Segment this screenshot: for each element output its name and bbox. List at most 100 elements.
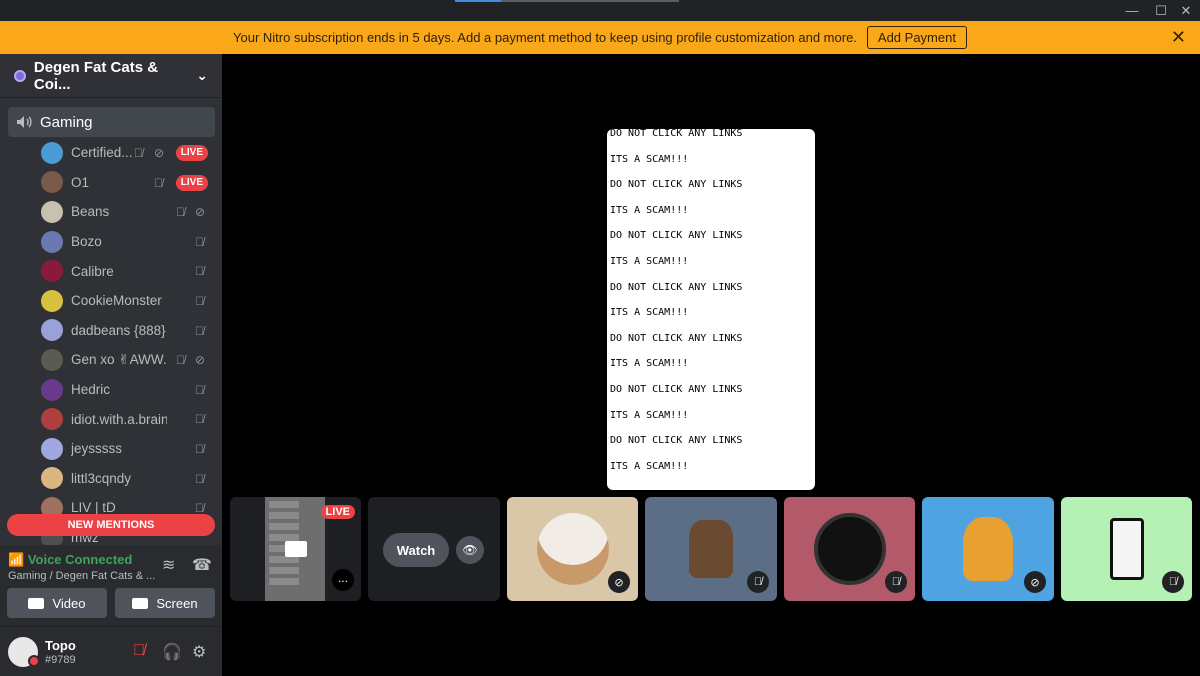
voice-user-list: Certified... 🎙̸ ⊘ LIVE O1 🎙̸ LIVE Beans … [0,138,222,552]
participant-tile[interactable]: 🎙̸ [1061,497,1192,601]
avatar [41,289,63,312]
voice-user[interactable]: Hedric 🎙̸ [0,375,222,405]
new-mentions-button[interactable]: NEW MENTIONS [7,514,215,536]
user-name: Beans [71,204,110,220]
screen-icon [132,597,149,609]
video-button[interactable]: Video [7,588,107,618]
user-name: Calibre [71,263,114,279]
muted-icon: 🎙̸ [176,205,185,220]
muted-icon: 🎙̸ [195,323,204,338]
avatar [41,200,63,223]
more-options-button[interactable]: ... [332,569,354,591]
user-panel: Topo #9789 🎙̸ 🎧 ⚙ [0,627,222,676]
muted-icon: 🎙̸ [154,175,163,190]
avatar [536,513,609,585]
screen-share-button[interactable]: Screen [115,588,215,618]
muted-icon: 🎙̸ [747,571,769,593]
muted-icon: 🎙̸ [195,264,204,279]
voice-user[interactable]: Gen xo ✌AWW... 🎙̸ ⊘ [0,345,222,375]
avatar [41,348,63,371]
server-icon [14,69,26,82]
avatar [689,520,733,578]
stream-text-line: ITS A SCAM!!! [610,153,689,165]
guild-header[interactable]: Degen Fat Cats & Coi... ⌄ [0,54,222,98]
user-name: littl3cqndy [71,470,132,486]
user-name: Certified... [71,145,133,161]
maximize-icon[interactable]: ☐ [1147,0,1175,21]
avatar [41,319,63,342]
video-label: Video [52,595,86,611]
username[interactable]: Topo [45,638,76,653]
channel-sidebar: Degen Fat Cats & Coi... ⌄ Gaming Certifi… [0,54,222,676]
stream-text-line: ITS A SCAM!!! [610,255,689,267]
avatar [1109,518,1144,580]
voice-user[interactable]: littl3cqndy 🎙̸ [0,464,222,494]
speaker-icon [17,116,32,128]
muted-icon: 🎙̸ [195,234,204,249]
voice-user[interactable]: dadbeans {888} 🎙̸ [0,316,222,346]
avatar [813,513,886,585]
avatar [41,141,63,164]
banner-message: Your Nitro subscription ends in 5 days. … [233,30,857,45]
voice-connected-status[interactable]: 📶 Voice Connected [8,552,132,568]
minimize-icon[interactable]: — [1118,0,1146,21]
disconnect-icon[interactable]: ☎ [192,555,212,575]
screen-label: Screen [156,595,198,611]
voice-user[interactable]: Certified... 🎙̸ ⊘ LIVE [0,138,222,168]
live-stream-tile[interactable]: LIVE ... [230,497,361,601]
stream-text-line: DO NOT CLICK ANY LINKS [610,383,743,395]
mute-mic-icon[interactable]: 🎙̸ [133,642,145,660]
stream-text-line: ITS A SCAM!!! [610,409,689,421]
muted-icon: 🎙̸ [1162,571,1184,593]
stream-preview-tile[interactable]: Watch 👁 [368,497,500,601]
camera-icon [285,541,307,557]
voice-user[interactable]: Calibre 🎙̸ [0,256,222,286]
participant-tile[interactable]: ⊘ [922,497,1054,601]
user-name: dadbeans {888} [71,322,166,338]
nitro-banner: Your Nitro subscription ends in 5 days. … [0,21,1200,54]
signal-icon: 📶 [8,552,25,567]
voice-channel-gaming[interactable]: Gaming [8,107,215,137]
participant-tile[interactable]: ⊘ [507,497,638,601]
gear-icon[interactable]: ⚙ [192,642,206,662]
voice-user[interactable]: O1 🎙̸ LIVE [0,168,222,198]
user-name: O1 [71,174,90,190]
deafened-icon: ⊘ [608,571,630,593]
voice-user[interactable]: idiot.with.a.brain 🎙̸ [0,404,222,434]
user-name: Bozo [71,234,102,250]
voice-user[interactable]: Bozo 🎙̸ [0,227,222,257]
avatar [41,437,63,460]
watch-button[interactable]: Watch [383,533,449,567]
muted-icon: 🎙̸ [885,571,907,593]
headphones-icon[interactable]: 🎧 [162,642,182,662]
muted-icon: 🎙̸ [195,382,204,397]
window-title-bar: — ☐ ✕ [0,0,1200,21]
banner-close-icon[interactable]: ✕ [1171,27,1186,47]
focused-stream[interactable]: DO NOT CLICK ANY LINKS ITS A SCAM!!! DO … [607,129,815,490]
eye-add-icon[interactable]: 👁 [456,536,484,564]
voice-user[interactable]: jeysssss 🎙̸ [0,434,222,464]
close-window-icon[interactable]: ✕ [1172,0,1200,21]
chevron-down-icon[interactable]: ⌄ [196,67,208,84]
voice-user[interactable]: Beans 🎙̸ ⊘ [0,197,222,227]
participant-tile[interactable]: 🎙̸ [645,497,777,601]
stream-text-line: DO NOT CLICK ANY LINKS [610,435,743,447]
voice-connection-panel: 📶 Voice Connected Gaming / Degen Fat Cat… [0,545,222,627]
noise-suppression-icon[interactable]: ≋ [162,555,175,575]
user-name: CookieMonster [71,293,162,309]
user-name: Gen xo ✌AWW... [71,351,167,367]
participant-tile[interactable]: 🎙̸ [784,497,915,601]
deafened-icon: ⊘ [195,353,206,368]
user-name: idiot.with.a.brain [71,411,167,427]
add-payment-button[interactable]: Add Payment [866,26,967,49]
avatar [41,467,63,490]
avatar [41,230,63,253]
status-indicator [28,655,40,667]
stream-text-line: ITS A SCAM!!! [610,307,689,319]
muted-icon: 🎙̸ [195,441,204,456]
voice-location[interactable]: Gaming / Degen Fat Cats & ... [8,570,155,582]
voice-status-text: Voice Connected [27,552,133,567]
voice-stage: DO NOT CLICK ANY LINKS ITS A SCAM!!! DO … [222,54,1200,676]
user-tag: #9789 [45,654,76,666]
voice-user[interactable]: CookieMonster 🎙̸ [0,286,222,316]
